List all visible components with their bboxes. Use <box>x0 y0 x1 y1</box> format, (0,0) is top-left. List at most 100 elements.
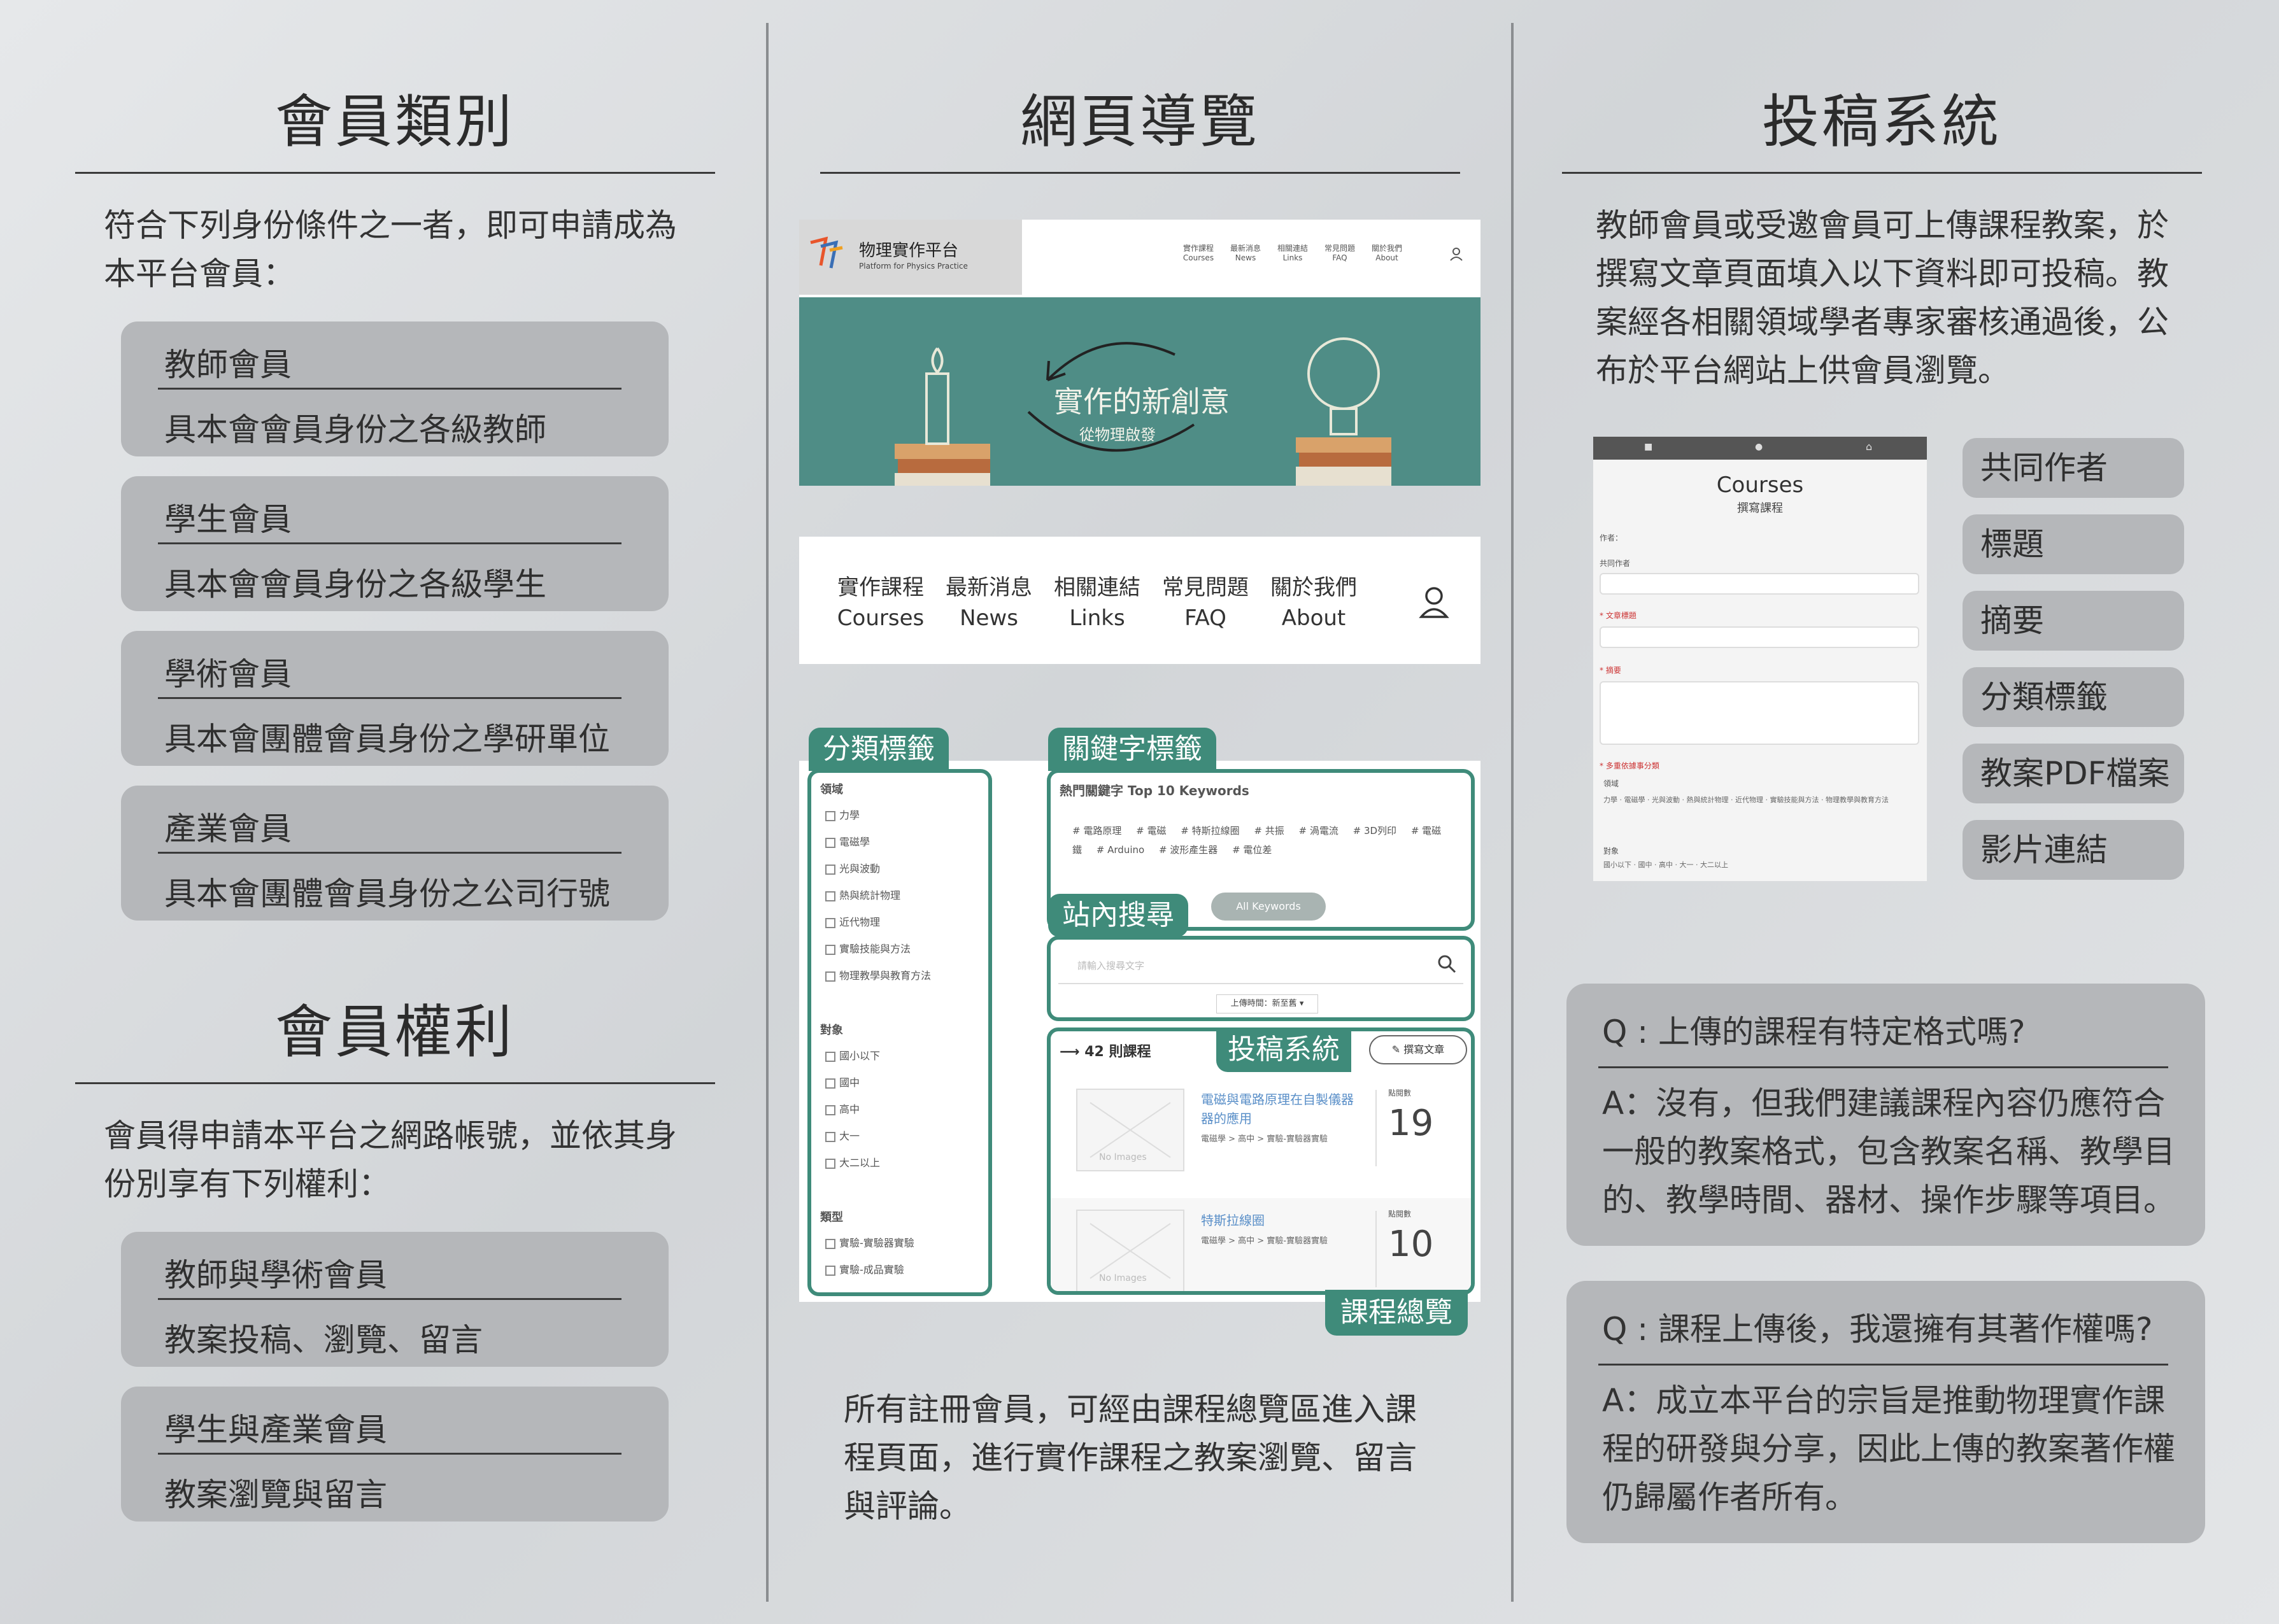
divider <box>1375 1211 1377 1287</box>
keyword-chip[interactable]: # 3D列印 <box>1353 825 1396 837</box>
domain-option[interactable]: 近代物理 <box>1735 796 1763 804</box>
filter-checkbox[interactable]: 力學 <box>820 802 979 829</box>
title-rule <box>1562 172 2202 174</box>
keyword-chip[interactable]: # Arduino <box>1097 844 1144 856</box>
faq-rule <box>1598 1066 2168 1068</box>
banner: 實作的新創意 從物理啟發 <box>799 297 1480 486</box>
member-types-title: 會員類別 <box>275 88 515 155</box>
keyword-chip[interactable]: # 渦電流 <box>1299 825 1338 837</box>
faq-rule <box>1598 1364 2168 1366</box>
member-rights-intro: 會員得申請本平台之網路帳號，並依其身份別享有下列權利： <box>104 1117 677 1203</box>
course-item[interactable]: No Images 電磁與電路原理在自製儀器器的應用 電磁學 > 高中 > 實驗… <box>1051 1077 1471 1185</box>
filter-checkbox[interactable]: 實驗-成品實驗 <box>820 1257 979 1283</box>
keyword-chip[interactable]: # 波形產生器 <box>1159 844 1218 856</box>
filter-checkbox[interactable]: 光與波動 <box>820 856 979 882</box>
card-rule <box>158 1298 621 1300</box>
chevron-down-icon: ▾ <box>1299 999 1304 1008</box>
filter-checkbox[interactable]: 國中 <box>820 1070 979 1096</box>
title-rule <box>75 1082 715 1084</box>
mini-nav-zh: 實作課程 <box>1182 244 1214 253</box>
mini-nav-faq[interactable]: 常見問題 FAQ <box>1316 243 1363 262</box>
site-nav-title: 網頁導覽 <box>1020 88 1260 155</box>
filter-checkbox[interactable]: 實驗-實驗器實驗 <box>820 1230 979 1257</box>
course-title-link[interactable]: 電磁與電路原理在自製儀器器的應用 <box>1201 1090 1354 1128</box>
course-path: 電磁學 > 高中 > 實驗-實驗器實驗 <box>1201 1134 1328 1144</box>
filter-checkbox[interactable]: 實驗技能與方法 <box>820 936 979 963</box>
abstract-textarea[interactable] <box>1600 681 1919 745</box>
card-name: 學生與產業會員 <box>164 1411 387 1448</box>
nav-zh: 常見問題 <box>1162 575 1249 600</box>
rights-card-student-industry: 學生與產業會員 教案瀏覽與留言 <box>121 1387 669 1522</box>
form-target-options[interactable]: 國小以下 · 國中 · 高中 · 大一 · 大二以上 <box>1603 859 1915 870</box>
target-option[interactable]: 國中 <box>1638 861 1652 869</box>
filter-checkbox[interactable]: 物理教學與教育方法 <box>820 963 979 989</box>
keyword-chip[interactable]: # 共振 <box>1254 825 1284 837</box>
mini-nav-en: About <box>1375 253 1398 262</box>
column-divider <box>1511 23 1514 1602</box>
sort-select[interactable]: 上傳時間：新至舊 ▾ <box>1216 994 1318 1013</box>
keyword-chip[interactable]: # 電位差 <box>1232 844 1272 856</box>
search-icon[interactable] <box>1437 954 1457 974</box>
form-domain-options[interactable]: 力學 · 電磁學 · 光與波動 · 熱與統計物理 · 近代物理 · 實驗技能與方… <box>1603 792 1915 808</box>
course-title-link[interactable]: 特斯拉線圈 <box>1201 1211 1354 1230</box>
filter-checkbox[interactable]: 大一 <box>820 1123 979 1150</box>
user-icon[interactable] <box>1449 246 1464 262</box>
mini-nav-about[interactable]: 關於我們 About <box>1363 243 1410 262</box>
divider <box>1375 1090 1377 1166</box>
domain-option[interactable]: 電磁學 <box>1624 796 1645 804</box>
course-item[interactable]: No Images 特斯拉線圈 電磁學 > 高中 > 實驗-實驗器實驗 點閱數 … <box>1051 1198 1471 1291</box>
domain-option[interactable]: 熱與統計物理 <box>1687 796 1729 804</box>
filter-checkbox[interactable]: 電磁學 <box>820 829 979 856</box>
mini-nav-zh: 相關連結 <box>1277 244 1308 253</box>
faq-answer: A：沒有，但我們建議課程內容仍應符合一般的教案格式，包含教案名稱、教學目的、教學… <box>1602 1085 2175 1218</box>
card-desc: 具本會會員身份之各級學生 <box>164 566 546 603</box>
card-desc: 具本會團體會員身份之公司行號 <box>164 875 610 912</box>
nav-item-news[interactable]: 最新消息 News <box>944 572 1033 633</box>
target-option[interactable]: 大一 <box>1680 861 1694 869</box>
mini-nav-news[interactable]: 最新消息 News <box>1222 243 1269 262</box>
keyword-chip[interactable]: # 電磁 <box>1136 825 1166 837</box>
filter-checkbox[interactable]: 國小以下 <box>820 1043 979 1070</box>
form-author-label: 作者： <box>1600 533 1623 542</box>
pencil-icon: ✎ <box>1391 1043 1404 1056</box>
mini-nav-links[interactable]: 相關連結 Links <box>1269 243 1316 262</box>
target-option[interactable]: 大二以上 <box>1700 861 1728 869</box>
member-card-student: 學生會員 具本會會員身份之各級學生 <box>121 476 669 611</box>
user-icon[interactable] <box>1418 585 1450 619</box>
domain-option[interactable]: 力學 <box>1603 796 1617 804</box>
write-course-form-screenshot: ■ ● ⌂ Courses 撰寫課程 作者： 共同作者 * 文章標題 * 摘要 … <box>1593 437 1927 881</box>
keyword-chip[interactable]: # 電路原理 <box>1072 825 1121 837</box>
keyword-tag-label: 關鍵字標籤 <box>1048 728 1216 771</box>
write-article-button[interactable]: ✎ 撰寫文章 <box>1369 1035 1467 1064</box>
column-divider <box>766 23 769 1602</box>
form-subheading: 撰寫課程 <box>1737 502 1783 515</box>
arrow-right-icon: ⟶ <box>1060 1044 1085 1060</box>
domain-option[interactable]: 實驗技能與方法 <box>1770 796 1819 804</box>
views-count: 10 <box>1388 1224 1434 1265</box>
filter-checkbox[interactable]: 大二以上 <box>820 1150 979 1176</box>
all-keywords-button[interactable]: All Keywords <box>1211 893 1326 921</box>
nav-bar-screenshot: 實作課程 Courses 最新消息 News 相關連結 Links 常見問題 FAQ 關… <box>799 537 1480 664</box>
filter-checkbox[interactable]: 近代物理 <box>820 909 979 936</box>
search-input[interactable]: 請輸入搜尋文字 <box>1058 946 1463 984</box>
mini-nav-courses[interactable]: 實作課程 Courses <box>1175 243 1222 262</box>
nav-item-links[interactable]: 相關連結 Links <box>1053 572 1142 633</box>
title-input[interactable] <box>1600 626 1919 648</box>
faq-copyright: Q : 課程上傳後，我還擁有其著作權嗎? A：成立本平台的宗旨是推動物理實作課程… <box>1566 1281 2205 1543</box>
domain-option[interactable]: 物理教學與教育方法 <box>1826 796 1889 804</box>
filter-type-title: 類型 <box>820 1211 843 1224</box>
target-option[interactable]: 國小以下 <box>1603 861 1631 869</box>
coauthor-input[interactable] <box>1600 573 1919 595</box>
nav-en: Courses <box>837 605 925 631</box>
filter-checkbox[interactable]: 高中 <box>820 1096 979 1123</box>
card-rule <box>158 388 621 390</box>
nav-item-courses[interactable]: 實作課程 Courses <box>836 572 925 633</box>
domain-option[interactable]: 光與波動 <box>1652 796 1680 804</box>
form-coauthor-label: 共同作者 <box>1600 559 1631 568</box>
keyword-chip[interactable]: # 特斯拉線圈 <box>1181 825 1239 837</box>
write-article-label: 撰寫文章 <box>1403 1043 1445 1056</box>
target-option[interactable]: 高中 <box>1659 861 1673 869</box>
nav-item-about[interactable]: 關於我們 About <box>1269 572 1358 633</box>
filter-checkbox[interactable]: 熱與統計物理 <box>820 882 979 909</box>
nav-item-faq[interactable]: 常見問題 FAQ <box>1161 572 1250 633</box>
